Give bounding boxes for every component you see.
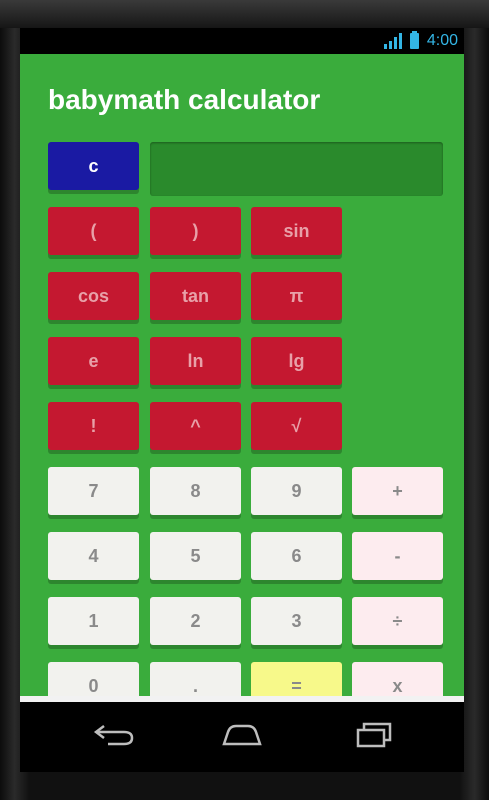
digit-9-button[interactable]: 9 [251, 467, 342, 515]
sqrt-button[interactable]: √ [251, 402, 342, 450]
signal-icon [383, 33, 402, 49]
plus-button[interactable]: + [352, 467, 443, 515]
back-icon[interactable] [92, 720, 136, 750]
multiply-button[interactable]: x [352, 662, 443, 696]
digit-6-button[interactable]: 6 [251, 532, 342, 580]
power-button[interactable]: ^ [150, 402, 241, 450]
equals-button[interactable]: = [251, 662, 342, 696]
digit-2-button[interactable]: 2 [150, 597, 241, 645]
digit-7-button[interactable]: 7 [48, 467, 139, 515]
digit-1-button[interactable]: 1 [48, 597, 139, 645]
result-display [150, 142, 443, 196]
sin-button[interactable]: sin [251, 207, 342, 255]
ln-button[interactable]: ln [150, 337, 241, 385]
decimal-point-button[interactable]: . [150, 662, 241, 696]
divide-button[interactable]: ÷ [352, 597, 443, 645]
minus-button[interactable]: - [352, 532, 443, 580]
open-paren-button[interactable]: ( [48, 207, 139, 255]
clear-button[interactable]: c [48, 142, 139, 190]
tan-button[interactable]: tan [150, 272, 241, 320]
status-time: 4:00 [426, 32, 458, 49]
digit-4-button[interactable]: 4 [48, 532, 139, 580]
factorial-button[interactable]: ! [48, 402, 139, 450]
recent-apps-icon[interactable] [354, 720, 398, 750]
top-bezel [0, 0, 489, 28]
calculator-app: babymath calculator c ( ) sin cos tan π … [20, 54, 464, 696]
navigation-bar [20, 702, 464, 772]
close-paren-button[interactable]: ) [150, 207, 241, 255]
lg-button[interactable]: lg [251, 337, 342, 385]
digit-0-button[interactable]: 0 [48, 662, 139, 696]
cos-button[interactable]: cos [48, 272, 139, 320]
digit-5-button[interactable]: 5 [150, 532, 241, 580]
battery-icon [409, 31, 419, 49]
digit-3-button[interactable]: 3 [251, 597, 342, 645]
status-bar: 4:00 [20, 28, 464, 54]
digit-8-button[interactable]: 8 [150, 467, 241, 515]
e-button[interactable]: e [48, 337, 139, 385]
pi-button[interactable]: π [251, 272, 342, 320]
app-title: babymath calculator [48, 84, 321, 115]
home-icon[interactable] [220, 720, 264, 750]
device-frame: 4:00 babymath calculator c ( ) sin cos t… [0, 0, 489, 800]
